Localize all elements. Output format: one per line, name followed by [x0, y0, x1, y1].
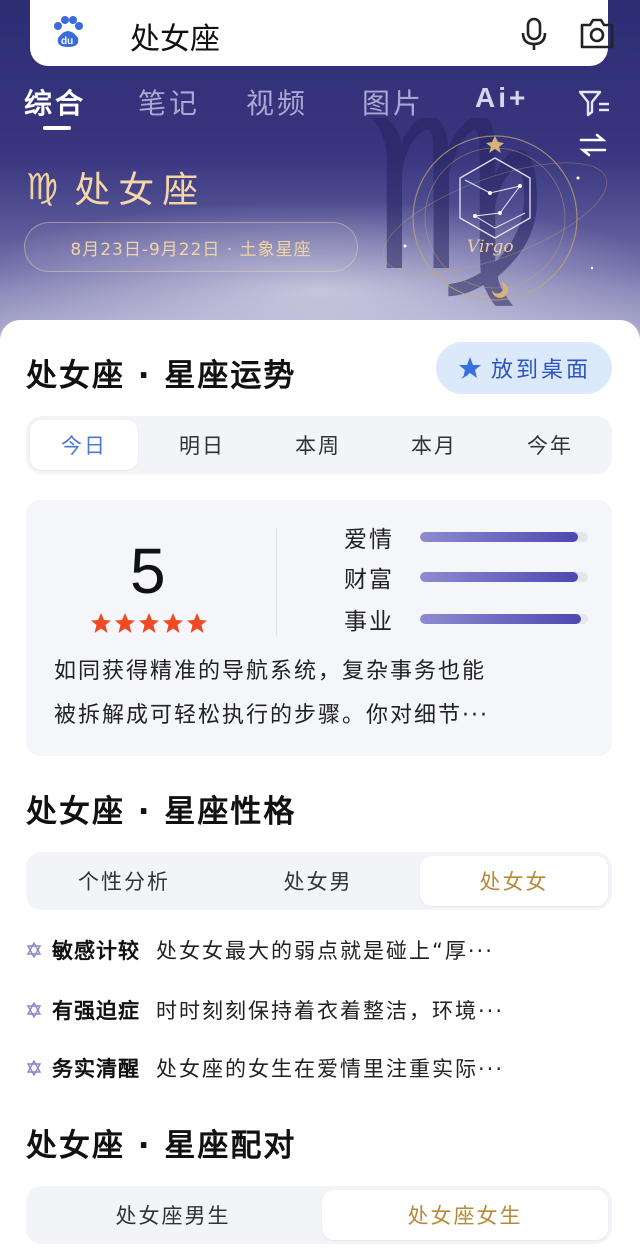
tab-comprehensive[interactable]: 综合 [24, 82, 86, 122]
swap-arrows-icon[interactable] [578, 131, 608, 159]
zodiac-name: 处女座 [74, 170, 207, 211]
tab-virgo-man-match[interactable]: 处女座男生 [30, 1190, 316, 1240]
match-title: 处女座 · 星座配对 [26, 1128, 297, 1164]
trait-description: 处女座的女生在爱情里注重实际··· [156, 1057, 505, 1081]
search-input[interactable]: 处女座 [130, 14, 220, 58]
period-tomorrow[interactable]: 明日 [146, 420, 258, 470]
love-label: 爱情 [344, 527, 394, 553]
wealth-label: 财富 [344, 567, 394, 593]
baidu-logo-icon: du [54, 16, 83, 47]
wealth-bar-row: 财富 [344, 562, 588, 593]
camera-icon[interactable] [578, 15, 616, 51]
virgo-symbol-icon: ♍ [26, 166, 59, 208]
star-icon [163, 613, 183, 633]
period-this-week[interactable]: 本周 [262, 420, 374, 470]
career-label: 事业 [344, 609, 394, 635]
hexagram-bullet-icon [26, 1060, 42, 1076]
trait-description: 处女女最大的弱点就是碰上“厚··· [156, 939, 494, 963]
fortune-score: 5 [130, 535, 166, 607]
period-this-month[interactable]: 本月 [378, 420, 490, 470]
date-range-pill: 8月23日-9月22日 · 土象星座 [24, 222, 358, 272]
trait-keyword: 有强迫症 [52, 999, 140, 1023]
tab-images[interactable]: 图片 [362, 82, 424, 122]
search-tabs: 综合 笔记 视频 图片 Ai+ [0, 82, 640, 132]
love-bar-track [420, 532, 588, 542]
active-tab-indicator [43, 126, 71, 130]
tab-virgo-woman-match[interactable]: 处女座女生 [322, 1190, 608, 1240]
period-this-year[interactable]: 今年 [494, 420, 606, 470]
divider [276, 528, 277, 636]
fortune-panel[interactable]: 5 爱情 财富 事业 如同获得精准的导航系统，复杂事务也能 被拆解成可轻松执行的… [26, 500, 612, 756]
svg-text:du: du [61, 36, 73, 47]
tab-videos[interactable]: 视频 [246, 82, 308, 122]
love-bar-fill [420, 532, 578, 542]
pin-star-icon [458, 357, 481, 379]
horoscope-title: 处女座 · 星座运势 [26, 358, 297, 394]
tab-virgo-female[interactable]: 处女女 [420, 856, 608, 906]
love-bar-row: 爱情 [344, 522, 588, 553]
tab-personality-analysis[interactable]: 个性分析 [30, 856, 218, 906]
trait-keyword: 敏感计较 [52, 939, 140, 963]
personality-tabs: 个性分析 处女男 处女女 [26, 852, 612, 910]
wealth-bar-track [420, 572, 588, 582]
star-icon [115, 613, 135, 633]
career-bar-track [420, 614, 588, 624]
add-to-desktop-button[interactable]: 放到桌面 [436, 342, 612, 394]
fortune-summary: 如同获得精准的导航系统，复杂事务也能 被拆解成可轻松执行的步骤。你对细节··· [54, 650, 594, 738]
content-card: 处女座 · 星座运势 放到桌面 今日 明日 本周 本月 今年 5 爱情 财富 事… [0, 320, 640, 1255]
filter-icon[interactable] [577, 88, 611, 118]
match-tabs: 处女座男生 处女座女生 [26, 1186, 612, 1244]
hexagram-bullet-icon [26, 1002, 42, 1018]
tab-notes[interactable]: 笔记 [138, 82, 200, 122]
add-to-desktop-label: 放到桌面 [490, 358, 591, 383]
tab-ai[interactable]: Ai+ [475, 82, 528, 114]
list-item[interactable]: 务实清醒 处女座的女生在爱情里注重实际··· [26, 1052, 612, 1084]
trait-keyword: 务实清醒 [52, 1057, 140, 1081]
microphone-icon[interactable] [518, 16, 550, 52]
zodiac-heading: ♍ 处女座 [26, 162, 206, 212]
career-bar-fill [420, 614, 582, 624]
fortune-summary-line: 被拆解成可轻松执行的步骤。你对细节··· [54, 703, 489, 728]
period-selector: 今日 明日 本周 本月 今年 [26, 416, 612, 474]
search-bar[interactable]: du 处女座 [30, 0, 614, 66]
trait-description: 时时刻刻保持着衣着整洁，环境··· [156, 999, 505, 1023]
star-icon [91, 613, 111, 633]
star-icon [139, 613, 159, 633]
svg-text:♍: ♍ [370, 118, 548, 318]
personality-title: 处女座 · 星座性格 [26, 794, 297, 830]
star-icon [187, 613, 207, 633]
career-bar-row: 事业 [344, 604, 588, 635]
period-today[interactable]: 今日 [30, 420, 138, 470]
tab-virgo-male[interactable]: 处女男 [222, 856, 414, 906]
svg-text:Virgo: Virgo [467, 237, 514, 257]
wealth-bar-fill [420, 572, 578, 582]
list-item[interactable]: 敏感计较 处女女最大的弱点就是碰上“厚··· [26, 934, 612, 966]
star-rating [90, 612, 208, 634]
fortune-summary-line: 如同获得精准的导航系统，复杂事务也能 [54, 659, 487, 684]
list-item[interactable]: 有强迫症 时时刻刻保持着衣着整洁，环境··· [26, 994, 612, 1026]
hexagram-bullet-icon [26, 942, 42, 958]
